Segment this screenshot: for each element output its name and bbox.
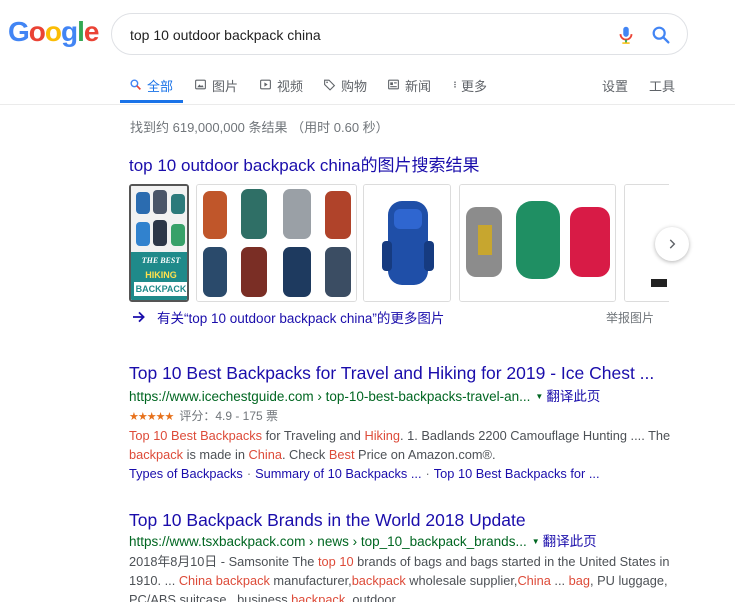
image-strip: THE BEST HIKING BACKPACK [129,184,669,302]
more-vert-icon [454,81,456,88]
news-icon [388,79,399,90]
snippet-highlight: China [517,573,551,588]
result-url: https://www.icechestguide.com › top-10-b… [129,389,531,404]
snippet-text: 2018年8月10日 - Samsonite The [129,554,318,569]
star-rating-icon: ★★★★★ [129,411,174,423]
thumb-caption-line: BACKPACK [134,282,187,296]
tab-images[interactable]: 图片 [194,76,238,106]
result-url: https://www.tsxbackpack.com › news › top… [129,534,527,549]
tab-label: 更多 [461,79,488,94]
arrow-right-icon [133,311,145,323]
snippet-highlight: Top 10 Best Backpacks [129,428,263,443]
tag-icon [324,79,336,91]
logo-letter: o [44,16,62,47]
sitelink[interactable]: Top 10 Best Backpacks for ... [434,466,600,481]
snippet-highlight: bag [568,573,591,588]
tab-videos[interactable]: 视频 [259,76,303,106]
dropdown-arrow-icon[interactable]: ▼ [535,392,543,401]
microphone-icon[interactable] [615,24,637,46]
image-thumbnail[interactable] [196,184,357,302]
search-icon[interactable] [650,24,672,46]
report-images-link[interactable]: 举报图片 [606,309,654,326]
result-rating: ★★★★★ 评分：4.9 - 175 票 [129,407,674,426]
snippet-highlight: backpack [291,592,346,602]
search-result: Top 10 Backpack Brands in the World 2018… [129,509,674,602]
sitelink[interactable]: Types of Backpacks [129,466,243,481]
tab-shopping[interactable]: 购物 [323,76,367,106]
result-title[interactable]: Top 10 Backpack Brands in the World 2018… [129,509,674,531]
snippet-text: for Traveling and [262,428,365,443]
result-url-line: https://www.icechestguide.com › top-10-b… [129,387,674,407]
tab-label: 视频 [277,79,304,94]
search-input[interactable] [130,24,600,46]
video-icon [260,79,271,90]
search-result: Top 10 Best Backpacks for Travel and Hik… [129,362,674,483]
logo-letter: o [28,16,46,47]
image-thumbnail[interactable] [459,184,616,302]
settings-link[interactable]: 设置 [602,76,628,95]
snippet-text: manufacturer, [269,573,352,588]
image-thumbnail[interactable]: THE BEST HIKING BACKPACK [129,184,189,302]
tab-label: 图片 [212,79,239,94]
image-results-heading[interactable]: top 10 outdoor backpack china的图片搜索结果 [129,151,480,176]
snippet-highlight: China backpack [178,573,270,588]
image-thumbnail[interactable] [363,184,451,302]
more-images-link[interactable]: 有关“top 10 outdoor backpack china”的更多图片 [131,307,444,327]
snippet-text: . Check [281,447,329,462]
result-url-line: https://www.tsxbackpack.com › news › top… [129,532,674,552]
image-icon [195,79,206,90]
logo-letter: e [83,16,100,47]
snippet-text: Price on Amazon.com®. [354,447,496,462]
google-logo[interactable]: Google [8,16,99,47]
result-title[interactable]: Top 10 Best Backpacks for Travel and Hik… [129,362,674,384]
sitelink[interactable]: Summary of 10 Backpacks ... [255,466,421,481]
snippet-text: wholesale supplier, [405,573,518,588]
thumb-caption-line: HIKING [145,270,177,280]
dropdown-arrow-icon[interactable]: ▼ [532,537,540,546]
snippet-text: ... [550,573,569,588]
result-snippet: Top 10 Best Backpacks for Traveling and … [129,426,674,464]
snippet-highlight: China [248,447,282,462]
snippet-highlight: backpack [129,447,184,462]
search-box [111,13,688,55]
rating-text: 评分：4.9 - 175 票 [179,409,279,423]
translate-link[interactable]: 翻译此页 [543,534,597,549]
tab-news[interactable]: 新闻 [387,76,431,106]
result-stats: 找到约 619,000,000 条结果 （用时 0.60 秒） [130,120,389,135]
image-strip-next-button[interactable] [655,227,689,261]
thumb-caption-line: THE BEST [141,256,181,265]
tab-label: 全部 [147,79,174,94]
snippet-highlight: Best [328,447,355,462]
logo-letter: G [8,16,30,47]
snippet-highlight: Hiking [364,428,401,443]
header-divider [0,104,735,105]
tab-label: 购物 [341,79,368,94]
result-sitelinks: Types of Backpacks · Summary of 10 Backpac… [129,466,600,481]
image-heading-query: top 10 outdoor backpack china [129,156,361,175]
image-heading-suffix: 的图片搜索结果 [360,156,480,175]
snippet-text: is made in [183,447,249,462]
result-snippet: 2018年8月10日 - Samsonite The top 10 brands… [129,552,674,602]
tools-link[interactable]: 工具 [649,76,675,95]
translate-link[interactable]: 翻译此页 [546,389,600,404]
snippet-highlight: backpack [351,573,406,588]
chevron-right-icon [669,239,676,249]
active-tab-indicator [120,100,183,103]
snippet-highlight: top 10 [317,554,354,569]
more-images-label: 有关“top 10 outdoor backpack china”的更多图片 [157,311,445,326]
snippet-text: . 1. Badlands 2200 Camouflage Hunting ..… [400,428,671,443]
tab-more[interactable]: 更多 [451,76,487,106]
logo-letter: l [77,16,85,47]
search-icon [130,79,141,90]
logo-letter: g [61,16,78,47]
snippet-text: , outdoor [345,592,396,602]
tab-label: 新闻 [405,79,432,94]
